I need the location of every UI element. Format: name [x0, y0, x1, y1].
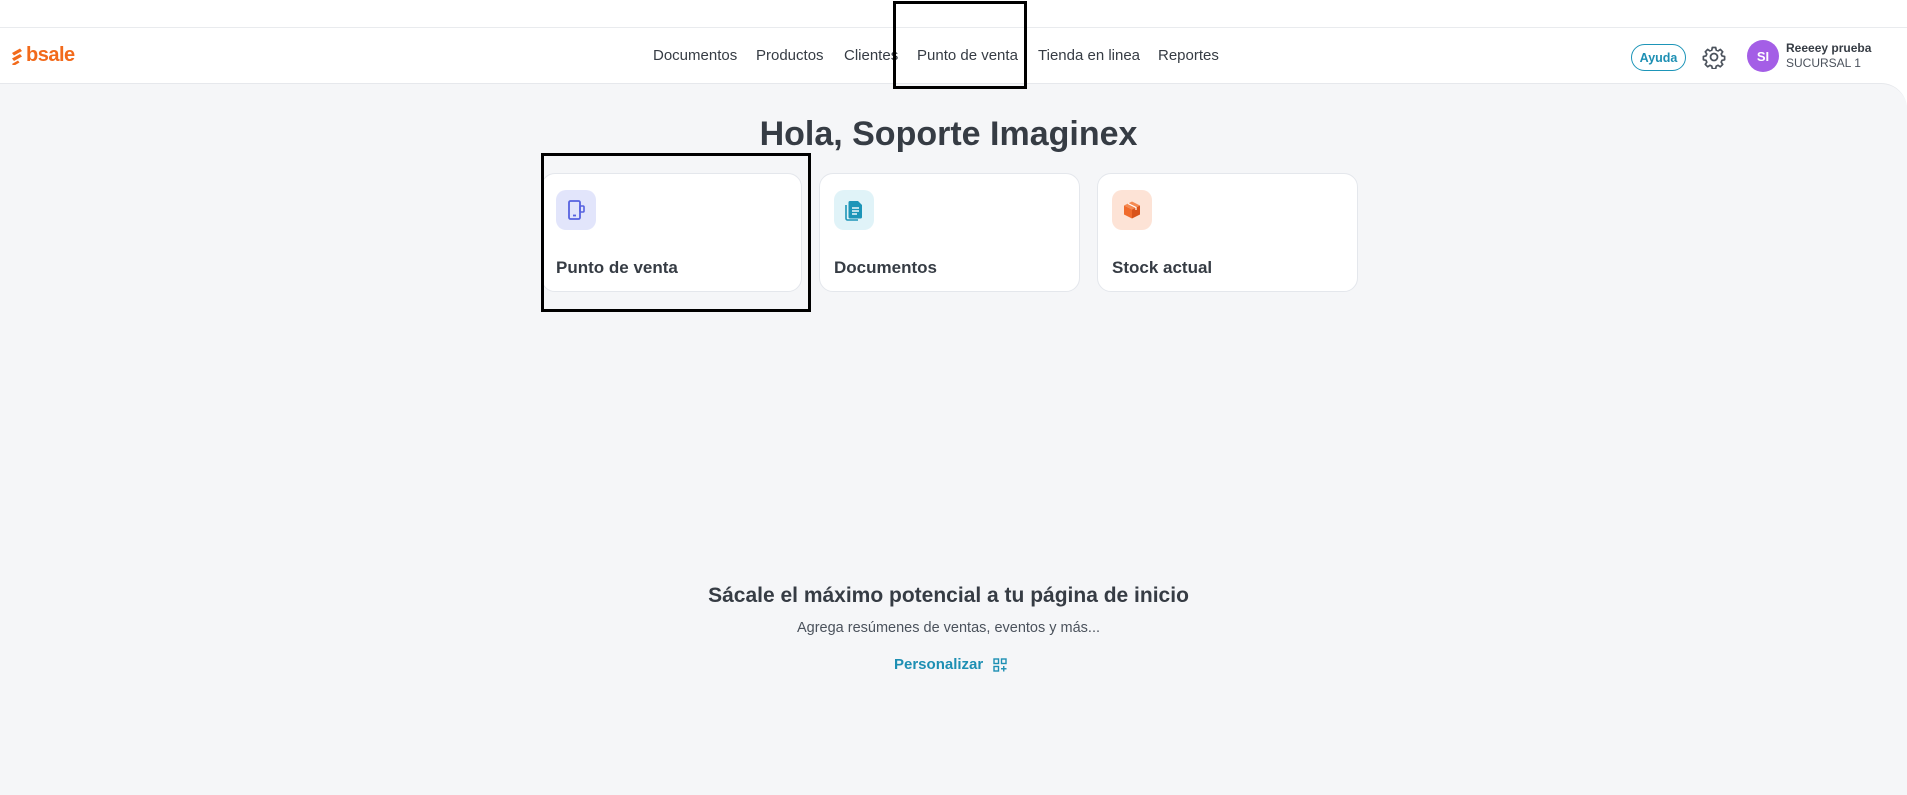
gear-icon[interactable] — [1702, 45, 1726, 69]
shortcut-card-documentos[interactable]: Documentos — [819, 173, 1080, 292]
shortcut-card-stock-actual[interactable]: Stock actual — [1097, 173, 1358, 292]
customize-button[interactable]: Personalizar — [894, 656, 1007, 673]
promo-subtitle: Agrega resúmenes de ventas, eventos y má… — [796, 620, 1101, 636]
user-branch: SUCURSAL 1 — [1786, 56, 1861, 70]
help-button[interactable]: Ayuda — [1631, 44, 1686, 71]
nav-item-tienda-en-linea[interactable]: Tienda en linea — [1038, 47, 1140, 64]
widget-grid-icon — [993, 657, 1007, 672]
nav-item-reportes[interactable]: Reportes — [1158, 47, 1219, 64]
highlight-box — [893, 1, 1027, 89]
nav-item-clientes[interactable]: Clientes — [844, 47, 898, 64]
nav-item-productos[interactable]: Productos — [756, 47, 824, 64]
nav-item-documentos[interactable]: Documentos — [653, 47, 737, 64]
customize-label: Personalizar — [894, 656, 984, 673]
avatar[interactable]: SI — [1747, 40, 1779, 72]
card-label: Stock actual — [1112, 258, 1213, 277]
document-icon — [834, 190, 874, 230]
box-icon — [1112, 190, 1152, 230]
page-title: Hola, Soporte Imaginex — [759, 115, 1138, 153]
card-label: Documentos — [834, 258, 937, 277]
highlight-box — [541, 153, 811, 312]
user-name[interactable]: Reeeey prueba — [1786, 41, 1886, 55]
promo-title: Sácale el máximo potencial a tu página d… — [708, 584, 1189, 607]
